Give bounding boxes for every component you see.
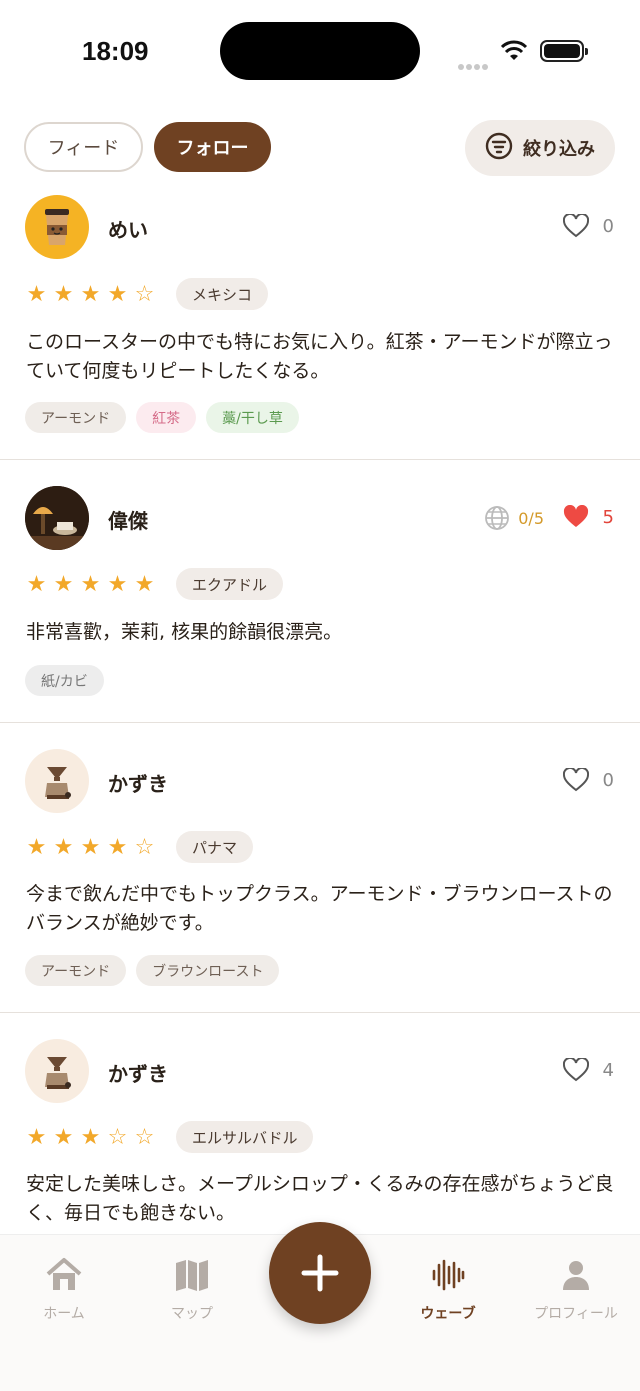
like-button[interactable]: 0 xyxy=(562,214,614,238)
username[interactable]: かずき xyxy=(108,768,168,797)
star-filled-icon: ★ xyxy=(26,1124,47,1150)
star-filled-icon: ★ xyxy=(107,281,128,307)
rating-row: ★ ★ ★ ★ ☆ パナマ xyxy=(25,831,254,863)
nav-map[interactable]: マップ xyxy=(128,1255,256,1323)
star-empty-icon: ☆ xyxy=(134,834,155,860)
star-rating: ★ ★ ★ ★ ★ xyxy=(25,572,156,597)
rating-row: ★ ★ ★ ★ ☆ メキシコ xyxy=(25,278,269,310)
cellular-signal-icon xyxy=(458,55,490,74)
wifi-icon xyxy=(500,40,528,66)
heart-outline-icon xyxy=(562,214,589,238)
star-filled-icon: ★ xyxy=(53,834,74,860)
origin-badge: エルサルバドル xyxy=(176,1121,314,1153)
rating-row: ★ ★ ★ ☆ ☆ エルサルバドル xyxy=(25,1121,314,1153)
origin-badge: メキシコ xyxy=(176,278,269,310)
flavor-tags: 紙/カビ xyxy=(25,665,104,696)
star-filled-icon: ★ xyxy=(26,571,47,597)
plus-icon xyxy=(301,1254,339,1292)
person-icon xyxy=(512,1255,640,1295)
like-button[interactable]: 5 xyxy=(563,505,614,529)
flavor-tag: アーモンド xyxy=(25,402,127,433)
map-icon xyxy=(128,1255,256,1295)
star-filled-icon: ★ xyxy=(26,834,47,860)
review-feed[interactable]: めい 0 ★ ★ ★ ★ ☆ メキシコ このロースターの中でも特にお気に入り。紅茶・アー… xyxy=(0,192,640,1234)
nav-map-label: マップ xyxy=(171,1306,213,1322)
star-rating: ★ ★ ★ ★ ☆ xyxy=(25,282,156,307)
home-icon xyxy=(0,1255,128,1295)
flavor-tag: 紅茶 xyxy=(136,402,197,433)
origin-badge: パナマ xyxy=(176,831,254,863)
add-review-button[interactable] xyxy=(269,1222,371,1324)
star-filled-icon: ★ xyxy=(53,281,74,307)
star-filled-icon: ★ xyxy=(53,1124,74,1150)
review-comment: 非常喜歡，茉莉, 核果的餘韻很漂亮。 xyxy=(26,621,343,643)
username[interactable]: めい xyxy=(108,214,148,243)
review-comment: 今まで飲んだ中でもトップクラス。アーモンド・ブラウンローストのバランスが絶妙です… xyxy=(26,883,613,934)
nav-wave[interactable]: ウェーブ xyxy=(384,1255,512,1323)
nav-profile-label: プロフィール xyxy=(534,1306,618,1322)
tab-feed[interactable]: フィード xyxy=(24,122,143,172)
translate-count: 0/5 xyxy=(518,508,544,528)
status-time: 18:09 xyxy=(82,36,149,66)
like-count: 0 xyxy=(602,769,614,791)
star-filled-icon: ★ xyxy=(134,571,155,597)
flavor-tags: アーモンド 紅茶 藁/干し草 xyxy=(25,402,299,433)
translate-status[interactable]: 0/5 xyxy=(484,505,544,531)
review-post[interactable]: かずき 4 ★ ★ ★ ☆ ☆ エルサルバドル 安定した美味しさ。メープルシロップ・くる… xyxy=(0,1013,640,1234)
star-empty-icon: ☆ xyxy=(134,1124,155,1150)
filter-label: 絞り込み xyxy=(523,139,595,160)
review-comment: このロースターの中でも特にお気に入り。紅茶・アーモンドが際立っていて何度もリピー… xyxy=(26,331,613,382)
star-filled-icon: ★ xyxy=(80,571,101,597)
star-filled-icon: ★ xyxy=(26,281,47,307)
star-empty-icon: ☆ xyxy=(134,281,155,307)
nav-home[interactable]: ホーム xyxy=(0,1255,128,1323)
status-bar: 18:09 xyxy=(0,0,640,100)
heart-outline-icon xyxy=(562,768,589,792)
filter-button[interactable]: 絞り込み xyxy=(465,120,615,176)
filter-icon xyxy=(485,132,513,165)
like-button[interactable]: 0 xyxy=(562,768,614,792)
rating-row: ★ ★ ★ ★ ★ エクアドル xyxy=(25,568,284,600)
review-post[interactable]: かずき 0 ★ ★ ★ ★ ☆ パナマ 今まで飲んだ中でもトップクラス。アーモンド・ブラ… xyxy=(0,723,640,1013)
star-rating: ★ ★ ★ ★ ☆ xyxy=(25,835,156,860)
globe-icon xyxy=(485,506,510,530)
flavor-tag: アーモンド xyxy=(25,955,127,986)
star-filled-icon: ★ xyxy=(107,834,128,860)
username[interactable]: 偉傑 xyxy=(108,505,148,534)
flavor-tag: 紙/カビ xyxy=(25,665,104,696)
sound-wave-icon xyxy=(384,1255,512,1295)
nav-home-label: ホーム xyxy=(43,1306,85,1322)
avatar[interactable] xyxy=(25,1039,89,1103)
star-filled-icon: ★ xyxy=(80,281,101,307)
star-filled-icon: ★ xyxy=(53,571,74,597)
avatar[interactable] xyxy=(25,486,89,550)
review-comment: 安定した美味しさ。メープルシロップ・くるみの存在感がちょうど良く、毎日でも飽きな… xyxy=(26,1173,614,1224)
star-filled-icon: ★ xyxy=(107,571,128,597)
like-count: 4 xyxy=(602,1059,614,1081)
username[interactable]: かずき xyxy=(108,1058,168,1087)
review-post[interactable]: めい 0 ★ ★ ★ ★ ☆ メキシコ このロースターの中でも特にお気に入り。紅茶・アー… xyxy=(0,192,640,460)
like-button[interactable]: 4 xyxy=(562,1058,614,1082)
flavor-tags: アーモンド ブラウンロースト xyxy=(25,955,280,986)
review-post[interactable]: 偉傑 0/5 5 ★ ★ ★ ★ ★ エクアドル 非常喜歡，茉莉, 核果的餘韻很漂亮。 … xyxy=(0,460,640,723)
star-filled-icon: ★ xyxy=(80,1124,101,1150)
tab-follow[interactable]: フォロー xyxy=(154,122,271,172)
battery-icon xyxy=(540,40,588,62)
star-filled-icon: ★ xyxy=(80,834,101,860)
like-count: 5 xyxy=(602,506,614,528)
avatar[interactable] xyxy=(25,749,89,813)
heart-filled-icon xyxy=(563,505,588,527)
heart-outline-icon xyxy=(562,1058,589,1082)
nav-wave-label: ウェーブ xyxy=(420,1306,476,1322)
star-empty-icon: ☆ xyxy=(107,1124,128,1150)
avatar[interactable] xyxy=(25,195,89,259)
nav-profile[interactable]: プロフィール xyxy=(512,1255,640,1323)
origin-badge: エクアドル xyxy=(176,568,284,600)
feed-header: フィード フォロー 絞り込み xyxy=(0,120,640,176)
flavor-tag: ブラウンロースト xyxy=(136,955,280,986)
like-count: 0 xyxy=(602,215,614,237)
dynamic-island xyxy=(220,22,420,80)
flavor-tag: 藁/干し草 xyxy=(206,402,299,433)
star-rating: ★ ★ ★ ☆ ☆ xyxy=(25,1125,156,1150)
